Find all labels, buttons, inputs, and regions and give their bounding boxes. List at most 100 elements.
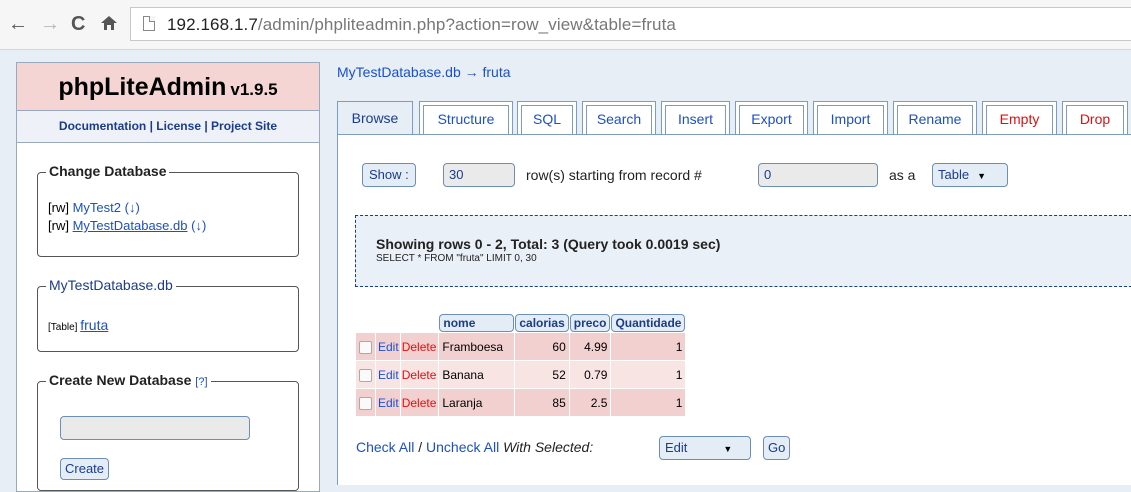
link-separator: | [201, 119, 212, 133]
tab-label: Empty [986, 105, 1053, 135]
url-text[interactable]: 192.168.1.7/admin/phpliteadmin.php?actio… [167, 15, 676, 35]
create-database-panel: Create New Database [?] Create [37, 372, 299, 491]
edit-row-link[interactable]: Edit [376, 333, 400, 360]
address-bar[interactable]: 192.168.1.7/admin/phpliteadmin.php?actio… [130, 7, 1131, 41]
tab-label: Rename [897, 105, 973, 135]
sidebar-links: Documentation | License | Project Site [17, 111, 319, 143]
change-database-panel: Change Database [rw] MyTest2 (↓) [rw] My… [37, 163, 299, 257]
create-button[interactable]: Create [60, 458, 110, 480]
database-link[interactable]: MyTestDatabase.db [73, 218, 188, 233]
row-checkbox[interactable] [359, 368, 372, 382]
browse-panel: Show : 30 row(s) starting from record # … [337, 134, 1131, 485]
header-spacer [401, 314, 439, 332]
cell-quantidade: 1 [611, 389, 686, 416]
current-database-panel: MyTestDatabase.db [Table] fruta [37, 277, 299, 352]
documentation-link[interactable]: Documentation [59, 119, 146, 133]
url-path: /admin/phpliteadmin.php?action=row_view&… [257, 15, 676, 34]
new-database-input[interactable] [60, 416, 250, 440]
database-link[interactable]: MyTest2 [73, 200, 121, 215]
page-icon [143, 16, 155, 31]
tab-structure[interactable]: Structure [419, 101, 513, 135]
database-mode: [rw] [48, 200, 69, 215]
show-button[interactable]: Show : [362, 163, 416, 187]
create-database-title: Create New Database [49, 372, 192, 388]
chevron-down-icon: ▼ [977, 171, 986, 181]
with-selected-label: With Selected: [503, 439, 594, 455]
breadcrumb[interactable]: MyTestDatabase.db → fruta [337, 64, 511, 80]
row-checkbox[interactable] [359, 396, 372, 410]
check-all-link[interactable]: Check All [356, 439, 414, 455]
tab-label: SQL [521, 105, 573, 135]
rows-count-input[interactable]: 30 [443, 163, 515, 187]
project-site-link[interactable]: Project Site [211, 119, 277, 133]
table-prefix: [Table] [48, 322, 78, 333]
reload-icon[interactable]: C [71, 14, 85, 34]
tab-rename[interactable]: Rename [893, 101, 977, 135]
edit-row-link[interactable]: Edit [376, 361, 400, 388]
tab-empty[interactable]: Empty [982, 101, 1057, 135]
tab-insert[interactable]: Insert [661, 101, 730, 135]
download-database-link[interactable]: (↓) [125, 200, 140, 215]
start-record-input[interactable]: 0 [758, 163, 878, 187]
table-row: Edit Delete Laranja 85 2.5 1 [356, 389, 686, 416]
cell-calorias: 85 [515, 389, 569, 416]
table-row: Edit Delete Banana 52 0.79 1 [356, 361, 686, 388]
view-mode-select[interactable]: Table ▼ [932, 163, 1008, 187]
query-summary: Showing rows 0 - 2, Total: 3 (Query took… [376, 236, 721, 252]
cell-nome: Banana [439, 361, 515, 388]
edit-row-link[interactable]: Edit [376, 389, 400, 416]
table-link[interactable]: fruta [80, 317, 108, 333]
app-logo[interactable]: phpLiteAdmin v1.9.5 [17, 63, 319, 111]
license-link[interactable]: License [156, 119, 201, 133]
table-item: [Table] fruta [48, 317, 108, 333]
row-checkbox-cell [356, 389, 375, 416]
browser-toolbar: ← → C 192.168.1.7/admin/phpliteadmin.php… [0, 0, 1131, 50]
row-checkbox[interactable] [359, 340, 372, 354]
delete-row-link[interactable]: Delete [400, 389, 439, 416]
column-header-preco[interactable]: preco [569, 314, 611, 332]
go-button[interactable]: Go [763, 436, 791, 460]
forward-arrow-icon[interactable]: → [40, 14, 60, 34]
cell-nome: Framboesa [439, 333, 515, 360]
tab-label: Search [586, 105, 652, 135]
header-spacer [356, 314, 375, 332]
change-database-legend: Change Database [46, 163, 170, 179]
tab-sql[interactable]: SQL [517, 101, 577, 135]
rows-table: nome calorias preco Quantidade Edit Dele… [355, 313, 686, 417]
view-mode-value: Table [938, 167, 970, 182]
delete-row-link[interactable]: Delete [400, 333, 439, 360]
tab-import[interactable]: Import [813, 101, 888, 135]
chevron-down-icon: ▼ [723, 444, 733, 454]
app-name: phpLiteAdmin [58, 73, 227, 101]
database-mode: [rw] [48, 218, 69, 233]
back-arrow-icon[interactable]: ← [8, 14, 28, 34]
column-header-calorias[interactable]: calorias [515, 314, 569, 332]
sidebar: phpLiteAdmin v1.9.5 Documentation | Licen… [16, 62, 320, 492]
download-database-link[interactable]: (↓) [191, 218, 206, 233]
cell-nome: Laranja [439, 389, 515, 416]
tab-label: Export [739, 105, 804, 135]
app-version: v1.9.5 [230, 80, 278, 99]
table-row: Edit Delete Framboesa 60 4.99 1 [356, 333, 686, 360]
tab-label: Import [817, 105, 884, 135]
bulk-action-select[interactable]: Edit ▼ [659, 436, 751, 460]
tab-search[interactable]: Search [582, 101, 656, 135]
row-checkbox-cell [356, 361, 375, 388]
home-icon[interactable] [100, 14, 118, 36]
query-info-box: Showing rows 0 - 2, Total: 3 (Query took… [355, 215, 1131, 287]
help-link[interactable]: [?] [195, 376, 207, 388]
as-a-label: as a [889, 167, 916, 183]
column-header-nome[interactable]: nome [439, 314, 515, 332]
tab-label: Browse [351, 110, 399, 126]
delete-row-link[interactable]: Delete [400, 361, 439, 388]
tab-export[interactable]: Export [735, 101, 808, 135]
database-item: [rw] MyTestDatabase.db (↓) [48, 218, 206, 233]
cell-calorias: 60 [515, 333, 569, 360]
current-database-legend[interactable]: MyTestDatabase.db [46, 277, 176, 293]
uncheck-all-link[interactable]: Uncheck All [426, 439, 499, 455]
cell-quantidade: 1 [611, 333, 686, 360]
column-header-quantidade[interactable]: Quantidade [611, 314, 686, 332]
tab-drop[interactable]: Drop [1062, 101, 1128, 135]
tab-browse[interactable]: Browse [337, 101, 413, 135]
link-separator: / [414, 439, 427, 455]
